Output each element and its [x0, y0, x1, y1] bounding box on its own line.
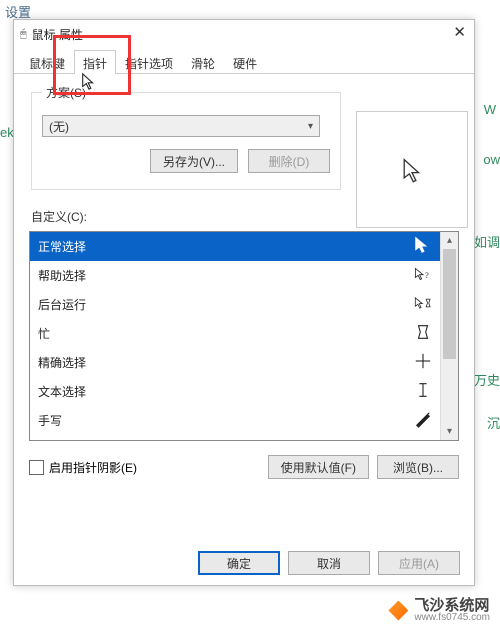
watermark-logo-icon — [388, 601, 408, 621]
browse-button[interactable]: 浏览(B)... — [377, 455, 459, 479]
watermark-name: 飞沙系统网 — [414, 598, 490, 613]
list-item-label: 精确选择 — [38, 354, 86, 371]
scroll-down-icon[interactable]: ▾ — [441, 423, 458, 440]
bg-txt: 万史 — [474, 370, 500, 389]
list-item[interactable]: 文本选择 — [30, 377, 440, 406]
watermark: 飞沙系统网 www.fs0745.com — [388, 598, 490, 623]
scrollbar[interactable]: ▴ ▾ — [440, 232, 458, 440]
list-item[interactable]: 忙 — [30, 319, 440, 348]
use-default-button[interactable]: 使用默认值(F) — [268, 455, 369, 479]
cursor-preview — [356, 111, 468, 228]
cursor-handwriting-icon — [414, 410, 432, 432]
checkbox-icon — [29, 460, 44, 475]
save-as-button[interactable]: 另存为(V)... — [150, 149, 238, 173]
cursor-busy-icon — [414, 323, 432, 345]
cursor-background-icon — [414, 294, 432, 316]
list-item[interactable]: 精确选择 — [30, 348, 440, 377]
list-item-label: 忙 — [38, 325, 50, 342]
title-bar: 🖱 鼠标 属性 ✕ — [14, 20, 474, 49]
scroll-up-icon[interactable]: ▴ — [441, 232, 458, 249]
cursor-arrow-icon — [399, 157, 425, 183]
cursor-precision-icon — [414, 352, 432, 374]
mouse-properties-dialog: 🖱 鼠标 属性 ✕ 鼠标键 指针 指针选项 滑轮 硬件 方案(S) (无) ▾ … — [13, 19, 475, 586]
tab-strip: 鼠标键 指针 指针选项 滑轮 硬件 — [14, 49, 474, 74]
cursor-text-icon — [414, 381, 432, 403]
bg-txt: 如调 — [474, 232, 500, 251]
list-item[interactable]: 手写 — [30, 406, 440, 435]
cursor-help-icon: ? — [414, 265, 432, 287]
list-item-label: 文本选择 — [38, 383, 86, 400]
bg-txt: W — [484, 102, 496, 117]
scheme-selected: (无) — [49, 118, 69, 135]
list-item[interactable]: 帮助选择 ? — [30, 261, 440, 290]
checkbox-label: 启用指针阴影(E) — [49, 459, 137, 476]
bg-txt: ek — [0, 125, 14, 140]
bg-txt: ow — [483, 152, 500, 167]
ok-button[interactable]: 确定 — [198, 551, 280, 575]
window-title: 鼠标 属性 — [32, 26, 83, 43]
cursor-arrow-icon — [414, 236, 432, 258]
list-item-label: 帮助选择 — [38, 267, 86, 284]
list-item-label: 手写 — [38, 412, 62, 429]
chevron-down-icon: ▾ — [308, 121, 313, 132]
tab-wheel[interactable]: 滑轮 — [182, 50, 224, 74]
close-icon[interactable]: ✕ — [453, 23, 466, 41]
list-item[interactable]: 正常选择 — [30, 232, 440, 261]
cancel-button[interactable]: 取消 — [288, 551, 370, 575]
list-item-label: 后台运行 — [38, 296, 86, 313]
scheme-group: 方案(S) (无) ▾ 另存为(V)... 删除(D) — [31, 84, 341, 190]
tab-hardware[interactable]: 硬件 — [224, 50, 266, 74]
scheme-combobox[interactable]: (无) ▾ — [42, 115, 320, 137]
list-item-label: 正常选择 — [38, 238, 86, 255]
cursor-listbox[interactable]: 正常选择 帮助选择 ? 后台运行 忙 精确选择 — [29, 231, 459, 441]
bg-txt: 沉 — [487, 413, 500, 432]
apply-button: 应用(A) — [378, 551, 460, 575]
tab-pointers[interactable]: 指针 — [74, 50, 116, 74]
tab-buttons[interactable]: 鼠标键 — [20, 50, 74, 74]
delete-button: 删除(D) — [248, 149, 330, 173]
tab-pointer-options[interactable]: 指针选项 — [116, 50, 182, 74]
svg-text:?: ? — [425, 271, 429, 280]
list-item[interactable]: 后台运行 — [30, 290, 440, 319]
scheme-legend: 方案(S) — [42, 84, 90, 101]
mouse-icon: 🖱 — [20, 28, 27, 41]
pointer-shadow-checkbox[interactable]: 启用指针阴影(E) — [29, 459, 137, 476]
scroll-thumb[interactable] — [443, 249, 456, 359]
watermark-url: www.fs0745.com — [414, 613, 490, 623]
